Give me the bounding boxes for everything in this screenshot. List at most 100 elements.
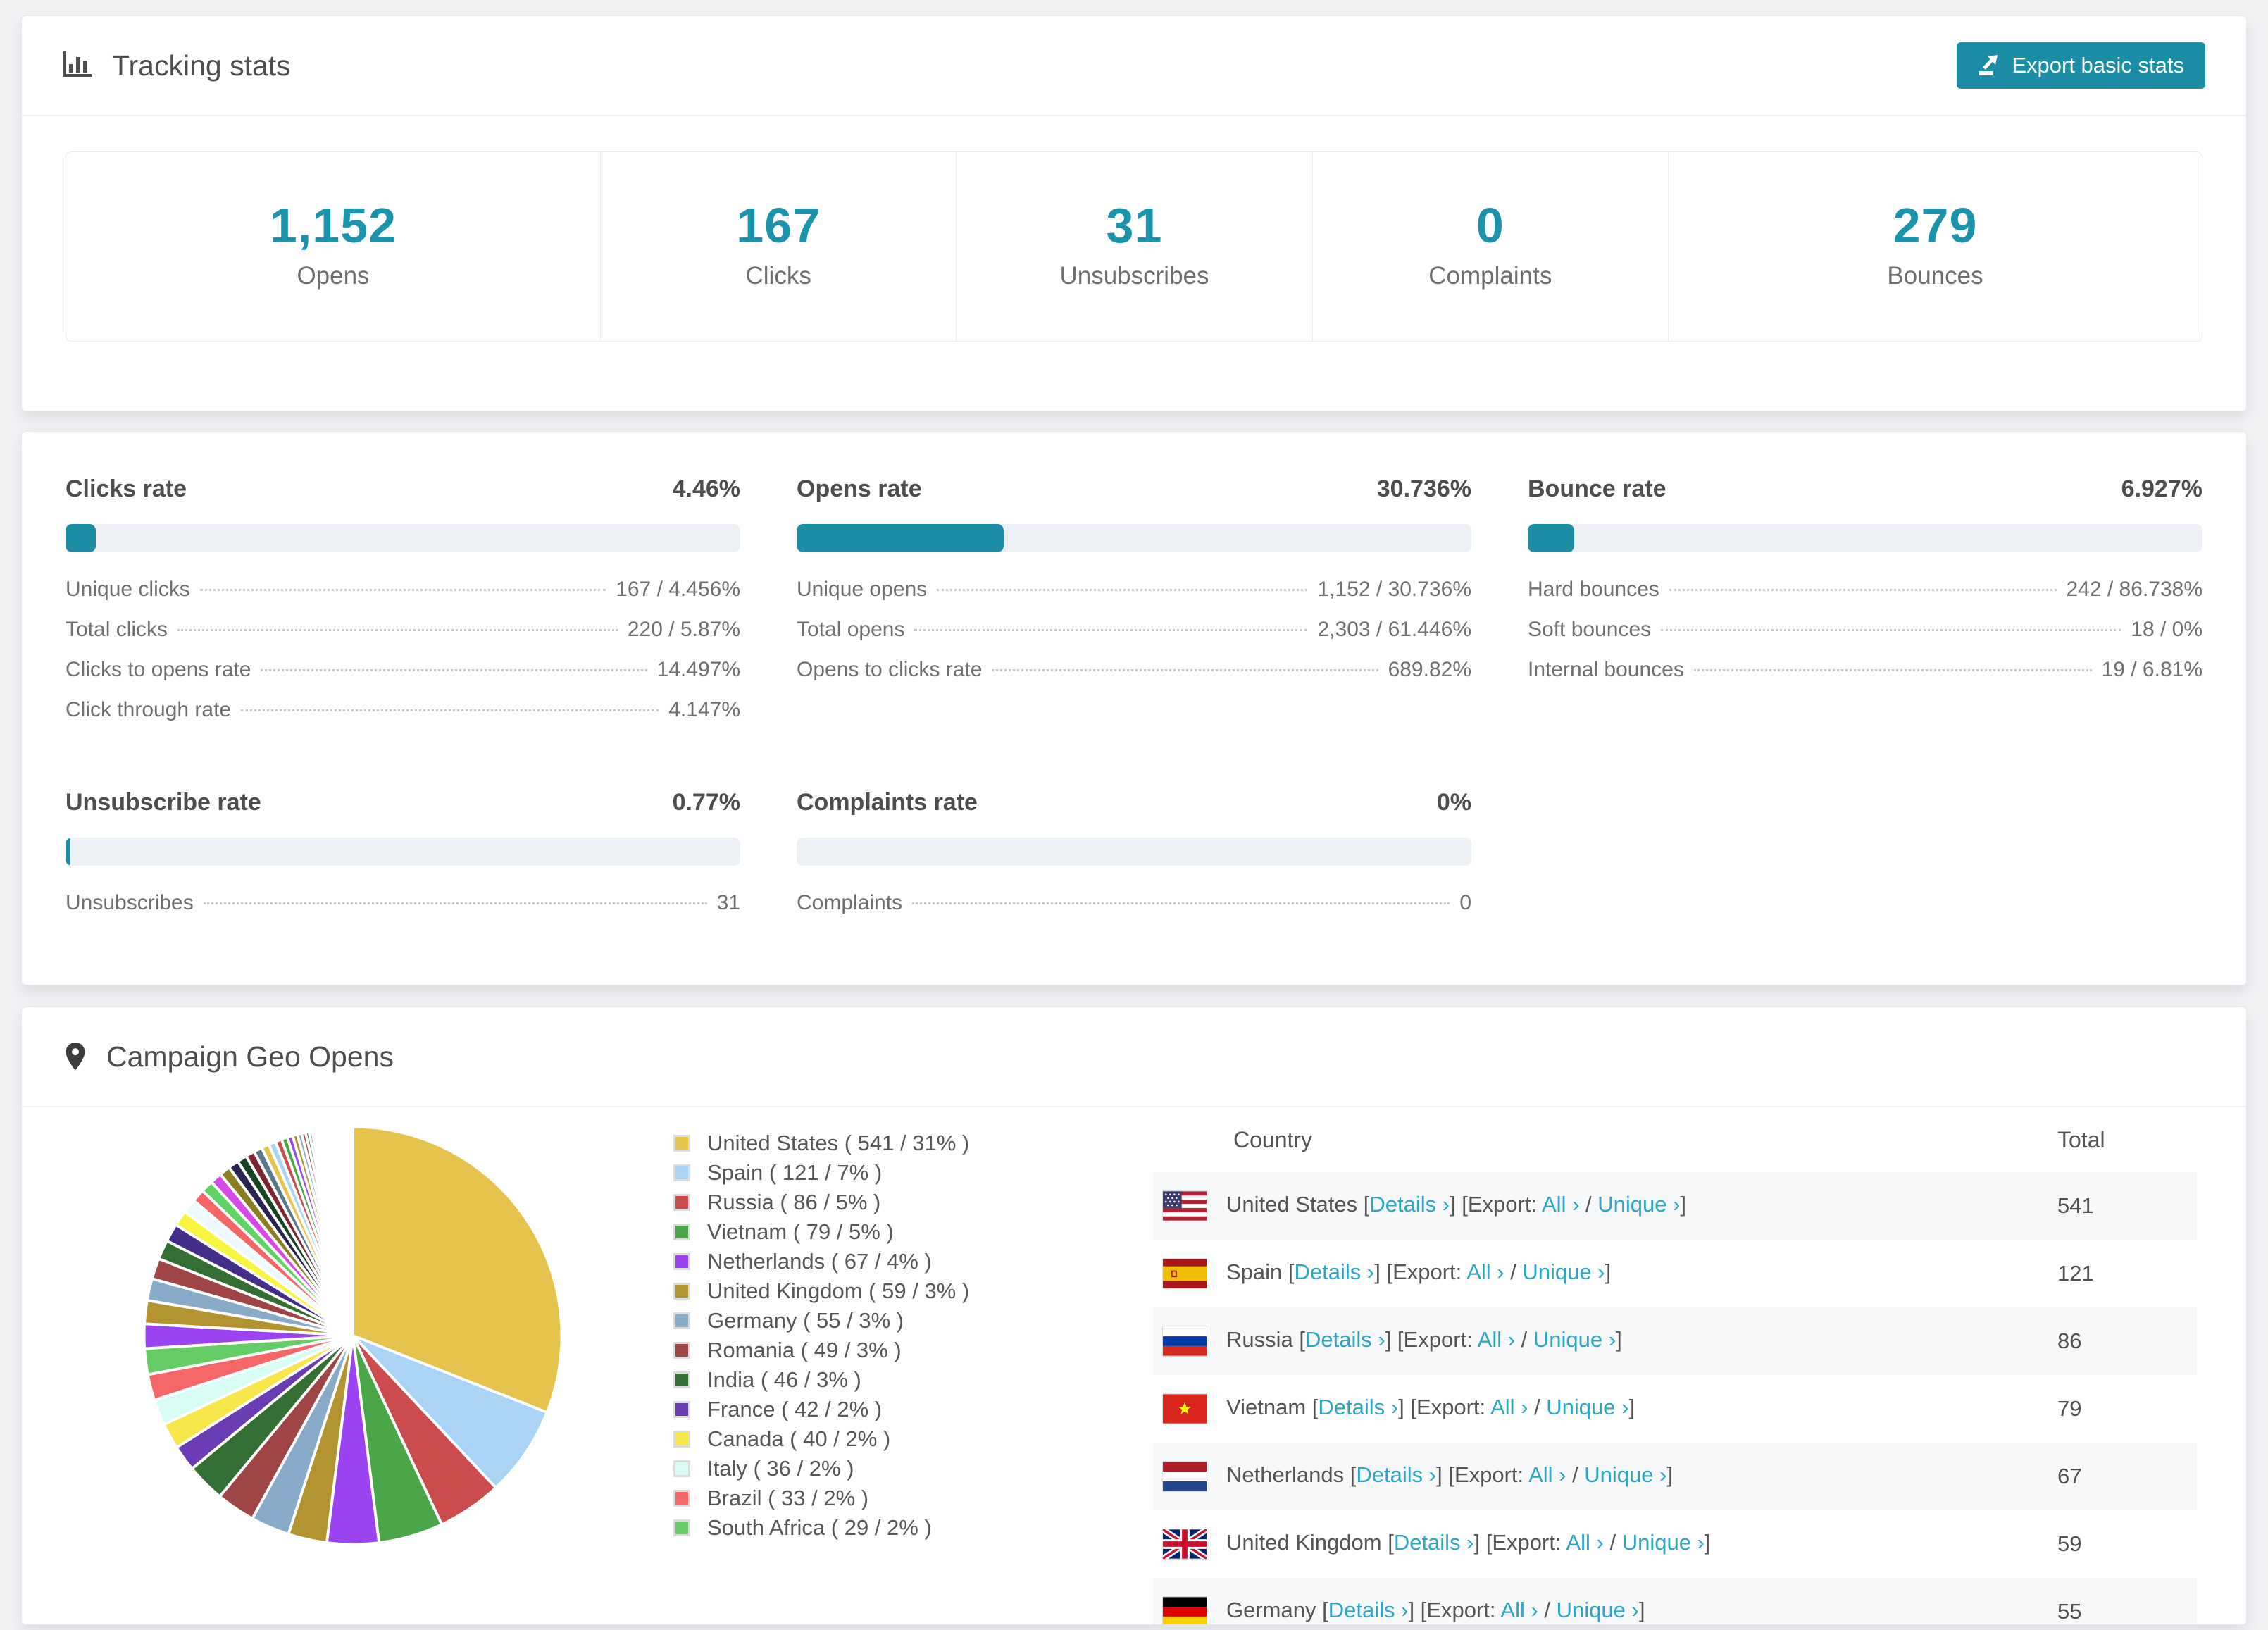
leader-dots (1661, 629, 2121, 631)
export-all-link[interactable]: All › (1566, 1530, 1603, 1555)
legend-label: United States ( 541 / 31% ) (707, 1131, 970, 1155)
rate-rows: Unsubscribes 31 (66, 891, 740, 931)
legend-item-russia[interactable]: Russia ( 86 / 5% ) (673, 1188, 1068, 1217)
legend-label: Netherlands ( 67 / 4% ) (707, 1249, 932, 1274)
bracket: ] (1605, 1259, 1612, 1285)
export-all-link[interactable]: All › (1542, 1192, 1579, 1217)
leader-dots (261, 669, 647, 671)
nl-flag-icon (1163, 1462, 1207, 1491)
legend-item-italy[interactable]: Italy ( 36 / 2% ) (673, 1454, 1068, 1483)
vn-flag-icon (1163, 1394, 1207, 1424)
export-unique-link[interactable]: Unique › (1584, 1462, 1666, 1487)
stat-value: 167 (736, 198, 821, 253)
details-link[interactable]: Details › (1295, 1259, 1375, 1284)
export-all-link[interactable]: All › (1466, 1259, 1504, 1284)
export-basic-stats-button[interactable]: Export basic stats (1957, 42, 2205, 89)
total-value: 121 (2057, 1261, 2094, 1286)
legend-item-spain[interactable]: Spain ( 121 / 7% ) (673, 1158, 1068, 1188)
bracket: ] [Export: (1473, 1530, 1566, 1555)
stat-value: 279 (1893, 198, 1978, 253)
legend-label: United Kingdom ( 59 / 3% ) (707, 1279, 970, 1303)
export-unique-link[interactable]: Unique › (1557, 1598, 1639, 1622)
details-link[interactable]: Details › (1369, 1192, 1450, 1217)
slash: / (1504, 1259, 1523, 1285)
legend-label: Canada ( 40 / 2% ) (707, 1426, 891, 1451)
slash: / (1528, 1395, 1547, 1420)
export-all-link[interactable]: All › (1490, 1395, 1528, 1419)
legend-item-united-states[interactable]: United States ( 541 / 31% ) (673, 1128, 1068, 1158)
legend-label: Spain ( 121 / 7% ) (707, 1160, 883, 1185)
details-link[interactable]: Details › (1394, 1530, 1474, 1555)
legend-item-canada[interactable]: Canada ( 40 / 2% ) (673, 1424, 1068, 1454)
slash: / (1538, 1598, 1557, 1623)
country-cell: Germany [Details ›] [Export: All › / Uni… (1153, 1578, 2057, 1624)
details-link[interactable]: Details › (1328, 1598, 1409, 1622)
rate-row-label: Total clicks (66, 618, 168, 641)
rate-head: Bounce rate 6.927% (1528, 475, 2202, 503)
rate-row-value: 1,152 / 30.736% (1317, 578, 1471, 601)
bracket: ] (1704, 1530, 1711, 1555)
legend-item-vietnam[interactable]: Vietnam ( 79 / 5% ) (673, 1217, 1068, 1247)
export-unique-link[interactable]: Unique › (1597, 1192, 1680, 1217)
export-all-link[interactable]: All › (1478, 1327, 1515, 1352)
table-row-united-states: United States [Details ›] [Export: All ›… (1153, 1172, 2197, 1240)
rate-row-internal-bounces: Internal bounces 19 / 6.81% (1528, 658, 2202, 698)
legend-swatch (673, 1460, 690, 1477)
export-unique-link[interactable]: Unique › (1522, 1259, 1605, 1284)
export-unique-link[interactable]: Unique › (1546, 1395, 1628, 1419)
rate-row-value: 19 / 6.81% (2101, 658, 2202, 681)
rate-row-value: 167 / 4.456% (616, 578, 740, 601)
stat-label: Bounces (1887, 262, 1983, 290)
leader-dots (203, 902, 707, 904)
rate-title: Opens rate (797, 475, 922, 502)
rate-title: Unsubscribe rate (66, 789, 261, 816)
stat-label: Unsubscribes (1059, 262, 1209, 290)
stat-value: 31 (1106, 198, 1163, 253)
details-link[interactable]: Details › (1318, 1395, 1398, 1419)
export-all-link[interactable]: All › (1500, 1598, 1538, 1622)
rate-row-value: 18 / 0% (2131, 618, 2202, 641)
details-link[interactable]: Details › (1356, 1462, 1436, 1487)
rate-row-label: Opens to clicks rate (797, 658, 983, 681)
rate-card-bounce-rate: Bounce rate 6.927% Hard bounces 242 / 86.73… (1528, 475, 2202, 738)
gb-flag-icon (1161, 1526, 1209, 1562)
leader-dots (937, 589, 1308, 591)
country-name: Germany (1226, 1598, 1323, 1623)
legend-item-romania[interactable]: Romania ( 49 / 3% ) (673, 1336, 1068, 1365)
geo-table: Country Total United States [Details ›] … (1153, 1107, 2197, 1624)
legend-item-brazil[interactable]: Brazil ( 33 / 2% ) (673, 1483, 1068, 1513)
rate-row-total-opens: Total opens 2,303 / 61.446% (797, 618, 1471, 658)
export-unique-link[interactable]: Unique › (1622, 1530, 1705, 1555)
bracket: ] (1638, 1598, 1645, 1623)
country-name: Vietnam (1226, 1395, 1312, 1420)
stat-card-opens: 1,152 Opens (66, 152, 600, 341)
geo-header: Campaign Geo Opens (22, 1007, 2246, 1107)
details-link[interactable]: Details › (1305, 1327, 1385, 1352)
export-unique-link[interactable]: Unique › (1533, 1327, 1616, 1352)
bracket: ] (1680, 1192, 1687, 1217)
legend-item-india[interactable]: India ( 46 / 3% ) (673, 1365, 1068, 1395)
country-cell: Russia [Details ›] [Export: All › / Uniq… (1153, 1307, 2057, 1375)
rate-rows: Complaints 0 (797, 891, 1471, 931)
total-value: 59 (2057, 1531, 2082, 1556)
legend-item-united-kingdom[interactable]: United Kingdom ( 59 / 3% ) (673, 1276, 1068, 1306)
legend-label: South Africa ( 29 / 2% ) (707, 1515, 932, 1540)
es-flag-icon (1163, 1259, 1207, 1288)
legend-item-south-africa[interactable]: South Africa ( 29 / 2% ) (673, 1513, 1068, 1543)
rate-row-opens-to-clicks-rate: Opens to clicks rate 689.82% (797, 658, 1471, 698)
leader-dots (992, 669, 1378, 671)
bracket: ] [Export: (1408, 1598, 1501, 1623)
rate-row-unsubscribes: Unsubscribes 31 (66, 891, 740, 931)
bracket: ] [Export: (1385, 1327, 1478, 1352)
legend-item-netherlands[interactable]: Netherlands ( 67 / 4% ) (673, 1247, 1068, 1276)
export-all-link[interactable]: All › (1528, 1462, 1566, 1487)
rate-row-label: Unique opens (797, 578, 928, 601)
campaign-geo-opens-panel: Campaign Geo Opens United States ( 541 /… (21, 1007, 2247, 1625)
legend-item-germany[interactable]: Germany ( 55 / 3% ) (673, 1306, 1068, 1336)
progress-fill (797, 524, 1004, 552)
legend-swatch (673, 1135, 690, 1152)
page-title: Tracking stats (112, 49, 291, 82)
legend-item-france[interactable]: France ( 42 / 2% ) (673, 1395, 1068, 1424)
stat-label: Clicks (745, 262, 811, 290)
stats-row: 1,152 Opens 167 Clicks 31 Unsubscribes 0 Compla… (66, 151, 2202, 342)
